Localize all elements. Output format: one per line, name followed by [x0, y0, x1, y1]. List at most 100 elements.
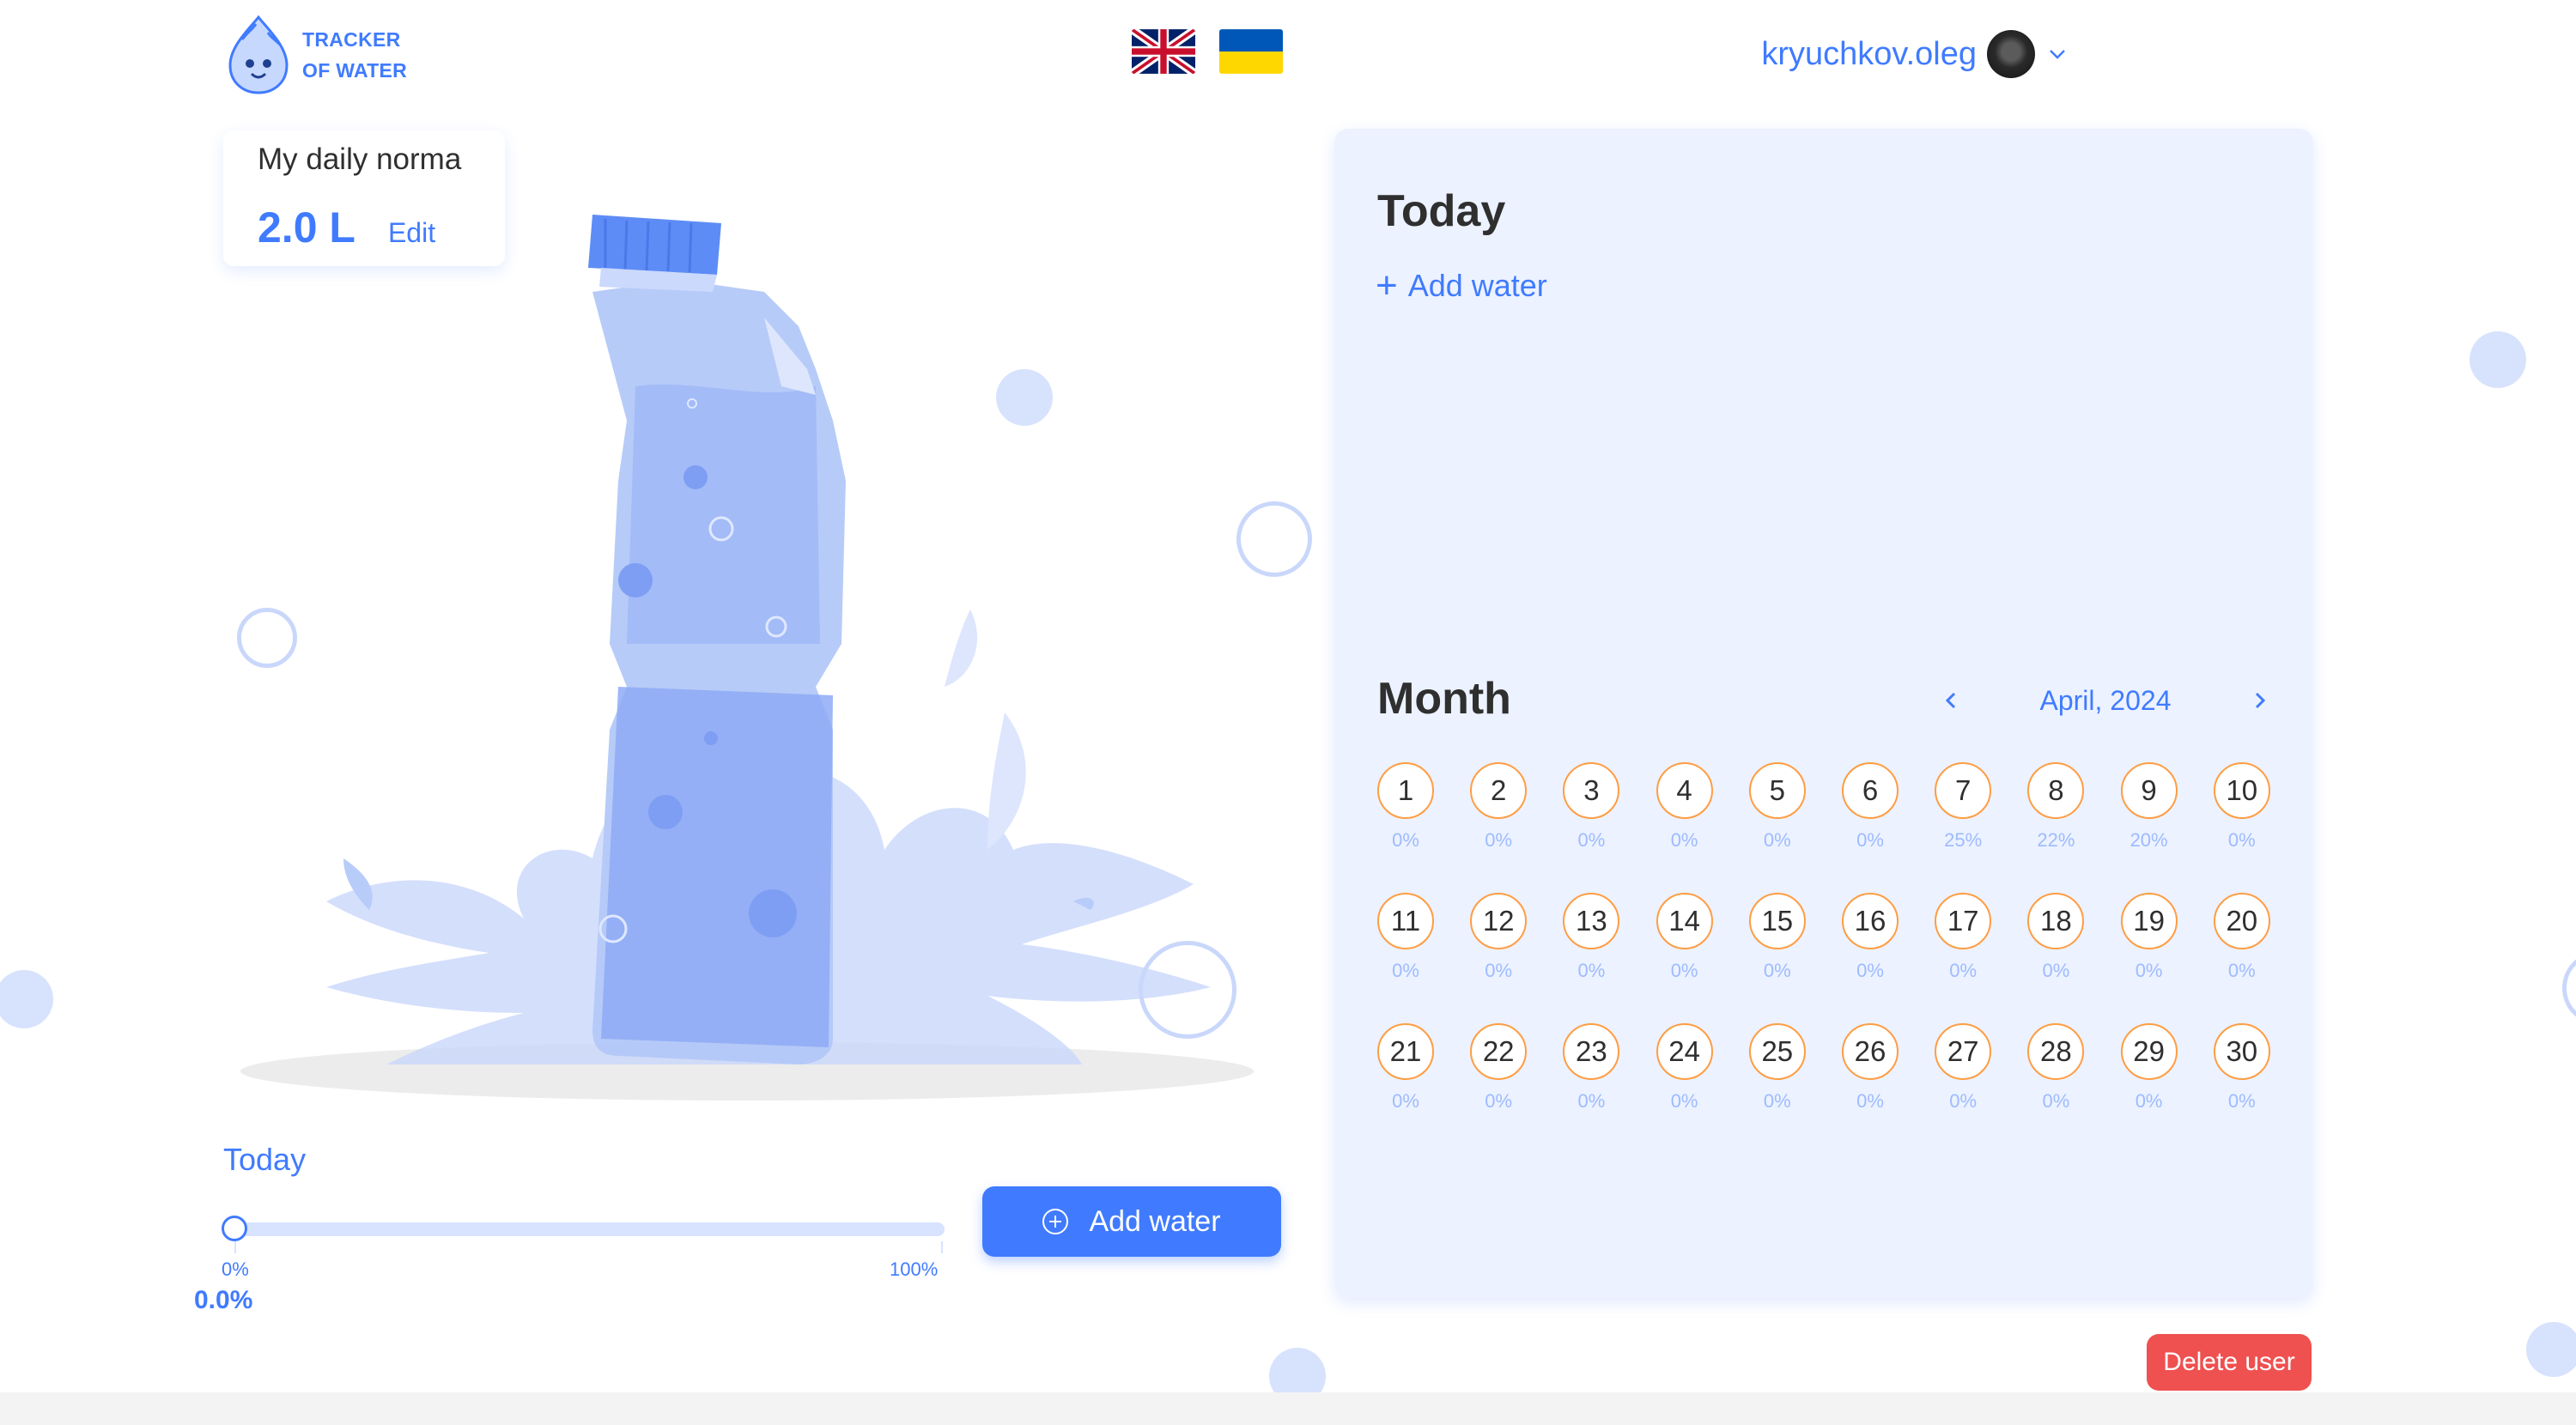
- calendar-day-number[interactable]: 6: [1842, 762, 1899, 819]
- calendar-day[interactable]: 24 0%: [1650, 1023, 1719, 1113]
- calendar-day-number[interactable]: 30: [2213, 1023, 2270, 1080]
- progress-value: 0.0%: [194, 1286, 253, 1314]
- calendar-day-percent: 0%: [1763, 960, 1791, 981]
- decor-bubble: [2470, 331, 2526, 388]
- calendar-day[interactable]: 13 0%: [1557, 893, 1625, 982]
- calendar-day-number[interactable]: 10: [2213, 762, 2270, 819]
- calendar-day-percent: 0%: [1485, 829, 1513, 851]
- calendar-day[interactable]: 17 0%: [1929, 893, 1997, 982]
- calendar-day-number[interactable]: 28: [2027, 1023, 2085, 1080]
- calendar-day-number[interactable]: 14: [1656, 893, 1713, 949]
- today-add-water-link[interactable]: + Add water: [1376, 267, 1547, 305]
- calendar-day-number[interactable]: 7: [1935, 762, 1992, 819]
- month-navigation: April, 2024: [1934, 683, 2277, 718]
- calendar-day[interactable]: 11 0%: [1371, 893, 1440, 982]
- app-logo[interactable]: TRACKER OF WATER: [223, 12, 438, 98]
- calendar-day-number[interactable]: 18: [2027, 893, 2085, 949]
- logo-text-line1: TRACKER: [302, 28, 401, 51]
- calendar-day[interactable]: 7 25%: [1929, 762, 1997, 852]
- calendar-day[interactable]: 4 0%: [1650, 762, 1719, 852]
- calendar-day-percent: 0%: [2135, 960, 2163, 981]
- calendar-day[interactable]: 6 0%: [1836, 762, 1905, 852]
- today-add-water-label: Add water: [1407, 268, 1547, 303]
- calendar-day[interactable]: 5 0%: [1743, 762, 1812, 852]
- calendar-day[interactable]: 9 20%: [2115, 762, 2184, 852]
- month-section-title: Month: [1377, 674, 1511, 724]
- calendar-day-number[interactable]: 24: [1656, 1023, 1713, 1080]
- calendar-day-percent: 0%: [2042, 960, 2070, 981]
- calendar-day[interactable]: 29 0%: [2115, 1023, 2184, 1113]
- calendar-day-percent: 0%: [2227, 960, 2256, 981]
- today-section-title: Today: [1377, 186, 1506, 236]
- calendar-day-percent: 0%: [2042, 1090, 2070, 1112]
- calendar-day-percent: 0%: [1485, 960, 1513, 981]
- calendar-day-number[interactable]: 16: [1842, 893, 1899, 949]
- calendar-day[interactable]: 28 0%: [2021, 1023, 2090, 1113]
- calendar-day[interactable]: 26 0%: [1836, 1023, 1905, 1113]
- calendar-day[interactable]: 8 22%: [2021, 762, 2090, 852]
- calendar-day-number[interactable]: 21: [1377, 1023, 1434, 1080]
- calendar-day[interactable]: 16 0%: [1836, 893, 1905, 982]
- calendar-day-percent: 0%: [1670, 829, 1698, 851]
- calendar-day-number[interactable]: 25: [1748, 1023, 1806, 1080]
- calendar-day-number[interactable]: 17: [1935, 893, 1992, 949]
- calendar-day[interactable]: 15 0%: [1743, 893, 1812, 982]
- bottom-bar: [0, 1392, 2576, 1425]
- calendar-day-percent: 20%: [2129, 829, 2168, 851]
- calendar-day-number[interactable]: 5: [1748, 762, 1806, 819]
- calendar-day-number[interactable]: 8: [2027, 762, 2085, 819]
- ukraine-flag-icon[interactable]: [1219, 29, 1283, 74]
- decor-bubble: [2562, 951, 2576, 1025]
- calendar-day-percent: 0%: [1577, 960, 1606, 981]
- calendar-day[interactable]: 19 0%: [2115, 893, 2184, 982]
- calendar-day-number[interactable]: 3: [1563, 762, 1620, 819]
- calendar-day-number[interactable]: 11: [1377, 893, 1434, 949]
- water-drop-mascot-icon: [228, 15, 289, 94]
- calendar-day-number[interactable]: 27: [1935, 1023, 1992, 1080]
- calendar-day-percent: 0%: [2135, 1090, 2163, 1112]
- calendar-day-number[interactable]: 13: [1563, 893, 1620, 949]
- calendar-day-number[interactable]: 20: [2213, 893, 2270, 949]
- calendar-day-percent: 0%: [1577, 1090, 1606, 1112]
- uk-flag-icon[interactable]: [1132, 29, 1195, 74]
- user-menu[interactable]: kryuchkov.oleg: [1761, 26, 2069, 82]
- calendar-day[interactable]: 2 0%: [1464, 762, 1533, 852]
- chevron-left-icon[interactable]: [1934, 683, 1968, 718]
- calendar-day[interactable]: 3 0%: [1557, 762, 1625, 852]
- calendar-day-number[interactable]: 9: [2120, 762, 2178, 819]
- calendar-day-number[interactable]: 12: [1470, 893, 1528, 949]
- calendar-day[interactable]: 1 0%: [1371, 762, 1440, 852]
- water-progress-thumb[interactable]: [222, 1216, 247, 1241]
- water-bottle-illustration: [240, 215, 1254, 1101]
- calendar-day[interactable]: 22 0%: [1464, 1023, 1533, 1113]
- today-progress-label: Today: [223, 1142, 307, 1177]
- calendar-day-number[interactable]: 4: [1656, 762, 1713, 819]
- delete-user-button[interactable]: Delete user: [2147, 1334, 2312, 1391]
- calendar-day[interactable]: 10 0%: [2208, 762, 2276, 852]
- calendar-day-percent: 0%: [2227, 829, 2256, 851]
- calendar-day-number[interactable]: 29: [2120, 1023, 2178, 1080]
- calendar-day-percent: 25%: [1944, 829, 1983, 851]
- calendar-day-percent: 22%: [2037, 829, 2075, 851]
- calendar-day[interactable]: 14 0%: [1650, 893, 1719, 982]
- calendar-day-number[interactable]: 26: [1842, 1023, 1899, 1080]
- calendar-day-number[interactable]: 22: [1470, 1023, 1528, 1080]
- calendar-day-number[interactable]: 19: [2120, 893, 2178, 949]
- calendar-day-number[interactable]: 2: [1470, 762, 1528, 819]
- calendar-day-percent: 0%: [2227, 1090, 2256, 1112]
- calendar-day[interactable]: 27 0%: [1929, 1023, 1997, 1113]
- calendar-day[interactable]: 20 0%: [2208, 893, 2276, 982]
- calendar-day[interactable]: 18 0%: [2021, 893, 2090, 982]
- calendar-day-number[interactable]: 23: [1563, 1023, 1620, 1080]
- calendar-day[interactable]: 21 0%: [1371, 1023, 1440, 1113]
- calendar-day[interactable]: 25 0%: [1743, 1023, 1812, 1113]
- calendar-day-number[interactable]: 1: [1377, 762, 1434, 819]
- chevron-right-icon[interactable]: [2243, 683, 2277, 718]
- calendar-day-percent: 0%: [1392, 1090, 1419, 1112]
- calendar-day[interactable]: 23 0%: [1557, 1023, 1625, 1113]
- calendar-day-percent: 0%: [1577, 829, 1606, 851]
- calendar-day-number[interactable]: 15: [1748, 893, 1806, 949]
- calendar-day[interactable]: 12 0%: [1464, 893, 1533, 982]
- calendar-day[interactable]: 30 0%: [2208, 1023, 2276, 1113]
- add-water-button[interactable]: Add water: [982, 1186, 1281, 1257]
